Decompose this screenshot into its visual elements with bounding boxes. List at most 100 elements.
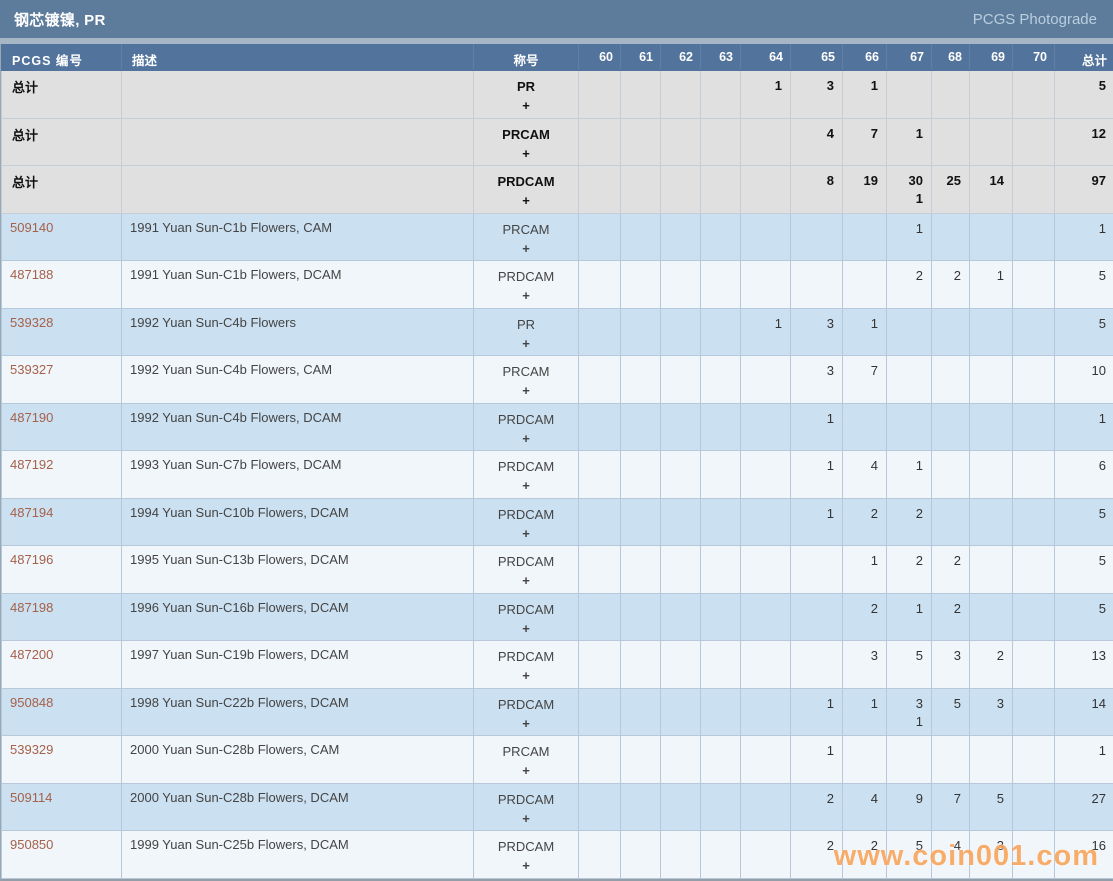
grade-cell-65 <box>791 261 843 309</box>
grade-cell-70 <box>1013 736 1055 784</box>
grade-cell-66 <box>843 736 887 784</box>
plus-label: + <box>482 714 570 733</box>
grade-cell-60 <box>579 783 621 831</box>
col-header-desc: 描述 <box>122 45 474 71</box>
grade-cell-68 <box>932 118 970 166</box>
grade-value-stack: 31 <box>916 695 923 731</box>
grade-cell-68: 25 <box>932 166 970 214</box>
pcgs-number-link[interactable]: 487190 <box>10 410 53 425</box>
grade-cell-67: 1 <box>887 118 932 166</box>
plus-label: + <box>482 524 570 543</box>
col-header-64: 64 <box>741 45 791 71</box>
grade-cell-68 <box>932 213 970 261</box>
pcgs-number-link[interactable]: 487200 <box>10 647 53 662</box>
grade-cell-65: 1 <box>791 403 843 451</box>
table-row: 487192 1993 Yuan Sun-C7b Flowers, DCAM PRD… <box>2 451 1113 499</box>
designation-label: PRDCAM <box>482 505 570 524</box>
grade-cell-69 <box>970 403 1013 451</box>
title-bar: 钢芯镀镍, PR PCGS Photograde <box>0 0 1113 38</box>
grade-cell-70 <box>1013 403 1055 451</box>
pcgs-number-link[interactable]: 539328 <box>10 315 53 330</box>
pcgs-number-link[interactable]: 950850 <box>10 837 53 852</box>
table-row: 9508481998 Yuan Sun-C22b Flowers, DCAMPR… <box>2 688 1113 736</box>
grade-cell-64 <box>741 783 791 831</box>
plus-label: + <box>482 476 570 495</box>
grade-cell-62 <box>661 118 701 166</box>
pcgs-number-link[interactable]: 487194 <box>10 505 53 520</box>
plus-label: + <box>482 334 570 353</box>
grade-cell-65 <box>791 213 843 261</box>
description-cell: 1993 Yuan Sun-C7b Flowers, DCAM <box>122 451 474 499</box>
grade-cell-65: 3 <box>791 356 843 404</box>
grade-value-line: 30 <box>909 172 923 190</box>
pcgs-number-link[interactable]: 487188 <box>10 267 53 282</box>
grade-cell-60 <box>579 593 621 641</box>
grade-cell-69 <box>970 71 1013 119</box>
designation-label: PRDCAM <box>482 647 570 666</box>
grade-cell-69 <box>970 736 1013 784</box>
grade-cell-61 <box>621 261 661 309</box>
pcgs-number-link[interactable]: 539327 <box>10 362 53 377</box>
grade-cell-70 <box>1013 213 1055 261</box>
pcgs-number-link[interactable]: 950848 <box>10 695 53 710</box>
plus-label: + <box>482 286 570 305</box>
grade-cell-64 <box>741 498 791 546</box>
row-total-cell: 1 <box>1055 213 1113 261</box>
grade-cell-64 <box>741 118 791 166</box>
pcgs-number-cell: 539327 <box>2 356 122 404</box>
row-total-cell: 12 <box>1055 118 1113 166</box>
pcgs-number-link[interactable]: 509140 <box>10 220 53 235</box>
designation-label: PRDCAM <box>482 695 570 714</box>
description-cell: 1997 Yuan Sun-C19b Flowers, DCAM <box>122 641 474 689</box>
designation-label: PRDCAM <box>482 457 570 476</box>
grade-value-stack: 301 <box>909 172 923 208</box>
grade-cell-64 <box>741 356 791 404</box>
total-row: 总计PRDCAM+819301251497 <box>2 166 1113 214</box>
grade-cell-63 <box>701 71 741 119</box>
grade-cell-66: 2 <box>843 498 887 546</box>
photograde-link[interactable]: PCGS Photograde <box>973 11 1097 28</box>
description-cell: 1998 Yuan Sun-C22b Flowers, DCAM <box>122 688 474 736</box>
grade-cell-68: 2 <box>932 546 970 594</box>
description-cell: 1991 Yuan Sun-C1b Flowers, DCAM <box>122 261 474 309</box>
pcgs-number-cell: 487188 <box>2 261 122 309</box>
designation-cell: PR+ <box>474 308 579 356</box>
grade-cell-61 <box>621 118 661 166</box>
table-row: 487188 1991 Yuan Sun-C1b Flowers, DCAMPRD… <box>2 261 1113 309</box>
grade-cell-65: 3 <box>791 71 843 119</box>
table-row: 9508501999 Yuan Sun-C25b Flowers, DCAMPR… <box>2 831 1113 879</box>
grade-cell-65: 4 <box>791 118 843 166</box>
designation-cell: PRCAM+ <box>474 356 579 404</box>
grade-cell-69 <box>970 356 1013 404</box>
grade-cell-67 <box>887 71 932 119</box>
grade-cell-66: 1 <box>843 308 887 356</box>
grade-cell-64 <box>741 451 791 499</box>
grade-cell-66 <box>843 261 887 309</box>
grade-cell-67: 1 <box>887 213 932 261</box>
grade-cell-61 <box>621 308 661 356</box>
pcgs-number-link[interactable]: 539329 <box>10 742 53 757</box>
grade-cell-64 <box>741 213 791 261</box>
grade-cell-69 <box>970 546 1013 594</box>
grade-cell-69: 3 <box>970 831 1013 879</box>
designation-cell: PRDCAM+ <box>474 261 579 309</box>
designation-cell: PRDCAM+ <box>474 688 579 736</box>
grade-cell-67: 2 <box>887 261 932 309</box>
grade-cell-62 <box>661 308 701 356</box>
grade-cell-67: 2 <box>887 498 932 546</box>
pcgs-number-cell: 509114 <box>2 783 122 831</box>
plus-label: + <box>482 96 570 115</box>
pcgs-number-link[interactable]: 487196 <box>10 552 53 567</box>
grade-cell-60 <box>579 688 621 736</box>
pcgs-number-link[interactable]: 509114 <box>10 790 52 805</box>
grade-cell-63 <box>701 213 741 261</box>
pcgs-number-link[interactable]: 487192 <box>10 457 53 472</box>
grade-cell-62 <box>661 783 701 831</box>
pcgs-number-link[interactable]: 487198 <box>10 600 53 615</box>
grade-cell-65: 1 <box>791 498 843 546</box>
grade-cell-67: 1 <box>887 451 932 499</box>
grade-cell-70 <box>1013 356 1055 404</box>
grade-cell-70 <box>1013 261 1055 309</box>
grade-cell-64 <box>741 166 791 214</box>
grade-cell-60 <box>579 308 621 356</box>
